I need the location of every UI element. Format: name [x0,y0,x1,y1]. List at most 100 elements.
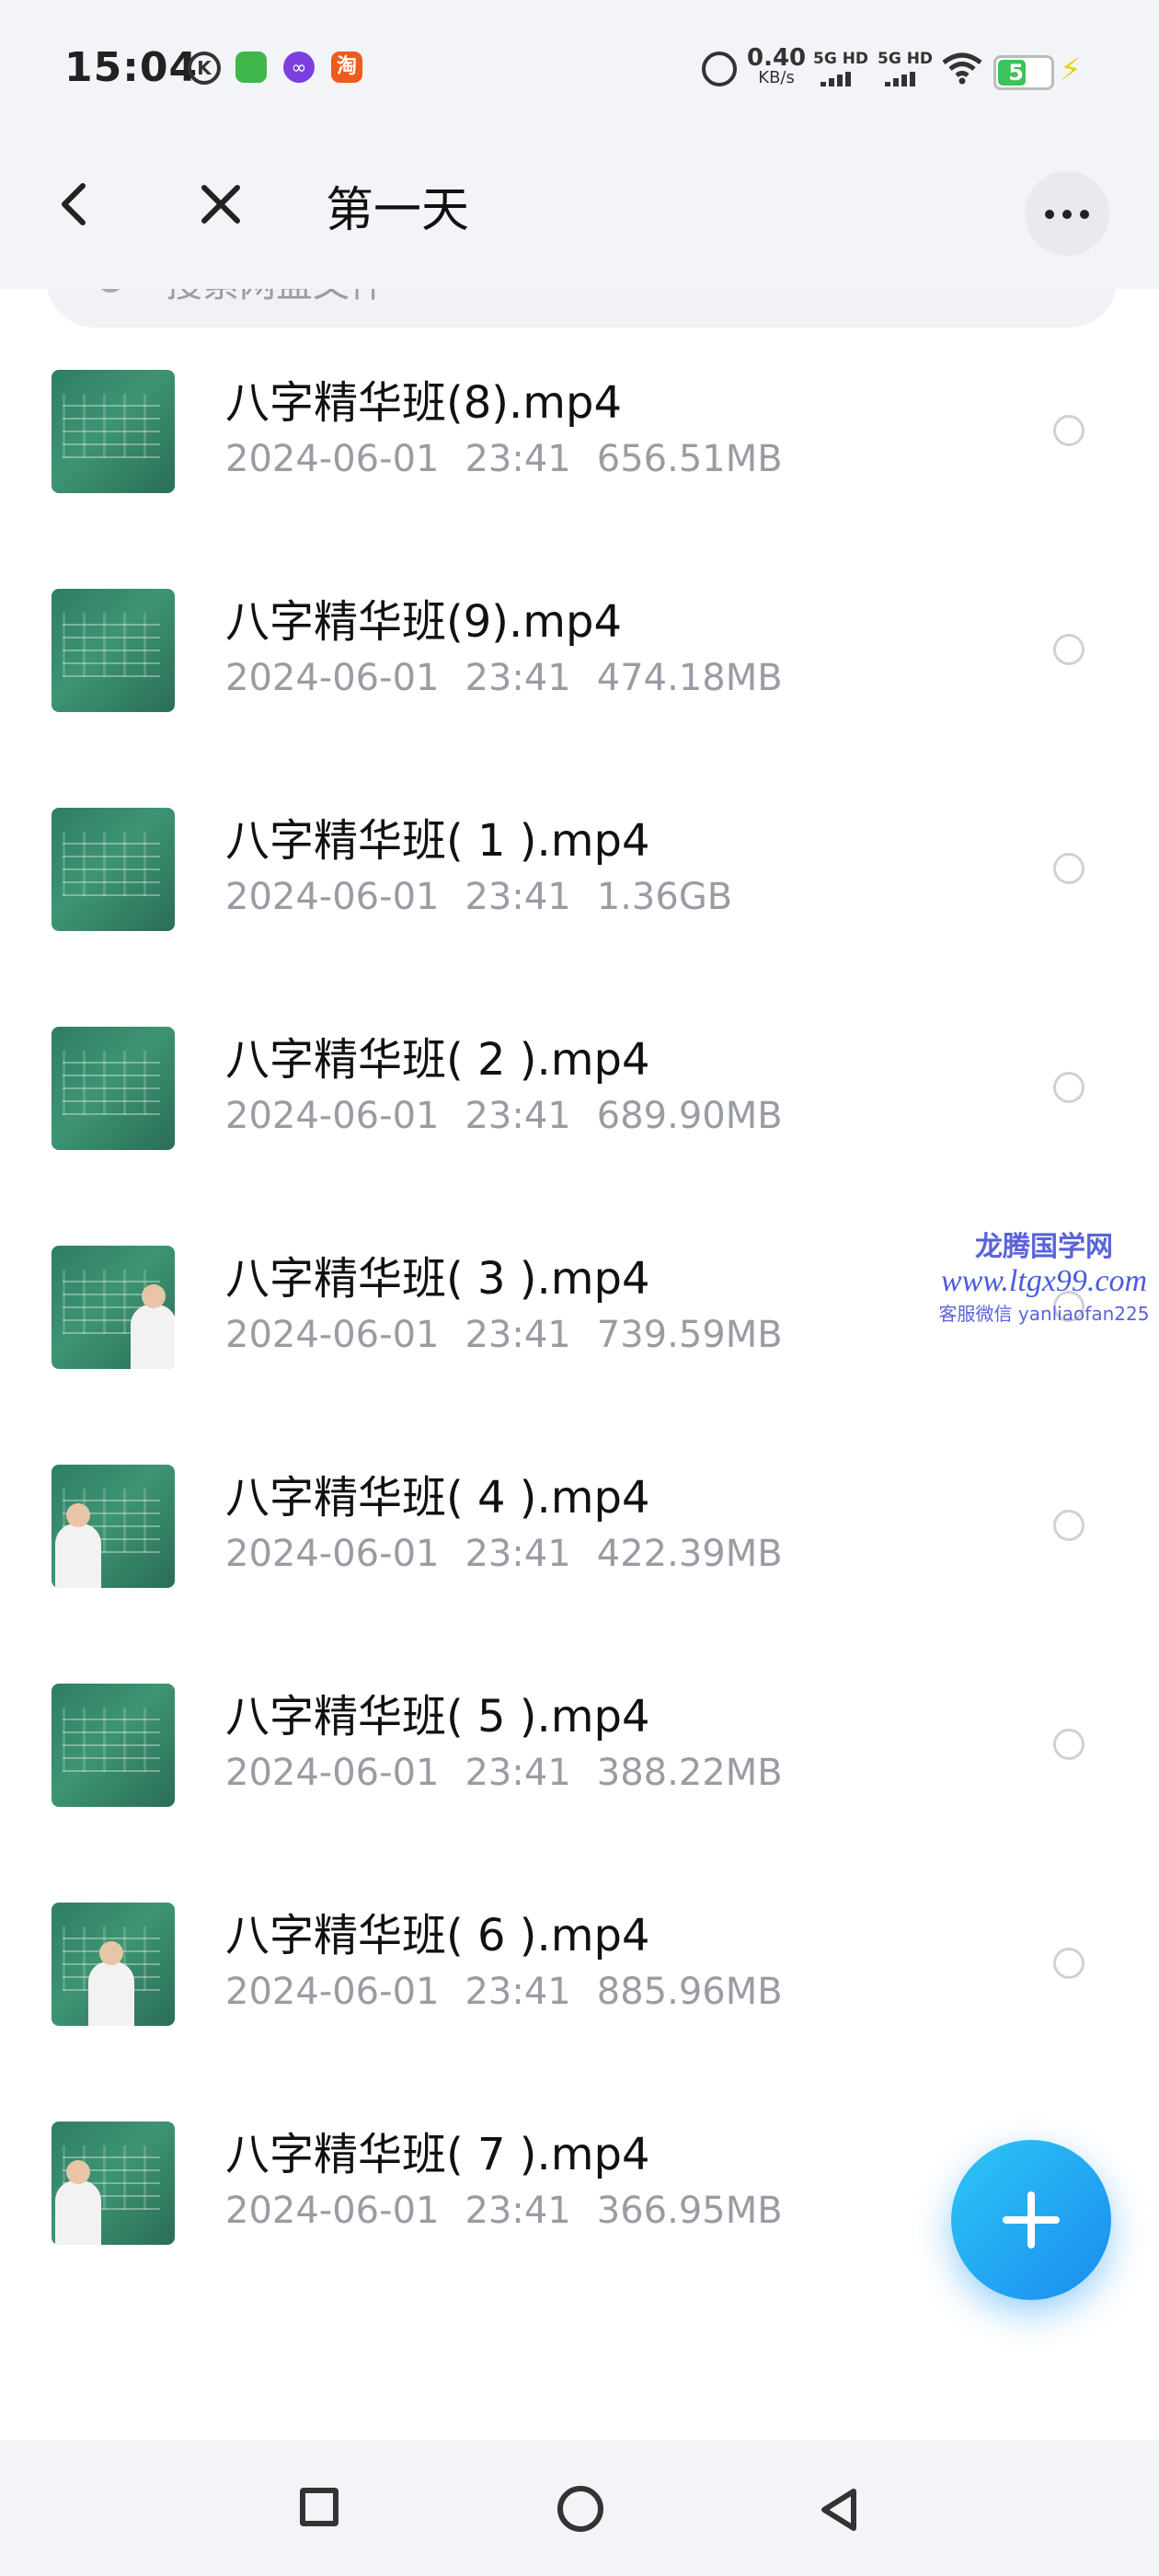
file-meta: 2024-06-01 23:41 388.22MB [225,1752,809,1794]
nav-back-button[interactable] [813,2484,865,2536]
file-date: 2024-06-01 [225,438,440,480]
file-time: 23:41 [465,2190,571,2232]
more-icon-dot [1045,210,1054,219]
file-meta: 2024-06-01 23:41 656.51MB [225,438,809,480]
video-thumbnail [52,370,175,493]
thumbnail-blackboard [63,394,160,458]
thumbnail-teacher [88,1961,134,2026]
file-size: 474.18MB [596,657,783,699]
file-list-item[interactable]: 八字精华班( 2 ).mp4 2024-06-01 23:41 689.90MB [0,990,1159,1209]
network-speed: 0.40 KB/s [747,46,806,88]
file-size: 656.51MB [596,438,783,480]
file-date: 2024-06-01 [225,1314,440,1356]
file-time: 23:41 [465,1971,571,2013]
file-list-item[interactable]: 八字精华班( 4 ).mp4 2024-06-01 23:41 422.39MB [0,1428,1159,1647]
status-time: 15:04 [64,44,199,91]
k-icon: K [188,52,221,85]
home-button[interactable] [557,2486,603,2532]
file-meta: 2024-06-01 23:41 422.39MB [225,1533,809,1575]
back-icon[interactable] [53,180,98,228]
file-meta: 2024-06-01 23:41 885.96MB [225,1971,809,2013]
file-date: 2024-06-01 [225,1533,440,1575]
watermark-line1: 龙腾国学网 [975,1231,1113,1263]
select-radio[interactable] [1053,415,1084,446]
thumbnail-teacher [55,2180,101,2245]
file-name: 八字精华班( 6 ).mp4 [225,1910,650,1961]
video-thumbnail [52,589,175,712]
file-time: 23:41 [465,1314,571,1356]
file-name: 八字精华班( 3 ).mp4 [225,1253,650,1305]
thumbnail-teacher [55,1524,101,1588]
app-header: 第一天 [0,116,1159,289]
file-size: 422.39MB [596,1533,783,1575]
close-icon[interactable] [197,180,245,228]
file-time: 23:41 [465,1752,571,1794]
watermark-line2: www.ltgx99.com [940,1264,1148,1298]
recents-button[interactable] [300,2488,339,2526]
file-date: 2024-06-01 [225,1752,440,1794]
file-size: 1.36GB [596,876,733,918]
thumbnail-teacher-head [66,1503,90,1527]
thumbnail-teacher-head [66,2160,90,2184]
file-time: 23:41 [465,438,571,480]
signal-sim1-label: 5G HD [813,50,869,68]
infinity-app-icon: ∞ [283,52,315,83]
more-options-button[interactable] [1025,171,1109,256]
file-size: 366.95MB [596,2190,783,2232]
plus-icon [1027,2191,1035,2248]
file-date: 2024-06-01 [225,1095,440,1137]
file-size: 388.22MB [596,1752,783,1794]
file-time: 23:41 [465,1095,571,1137]
battery-level: 55 [1008,60,1039,86]
file-time: 23:41 [465,657,571,699]
file-size: 885.96MB [596,1971,783,2013]
file-time: 23:41 [465,1533,571,1575]
battery-icon: 55 [993,55,1054,90]
file-name: 八字精华班( 7 ).mp4 [225,2129,650,2180]
file-meta: 2024-06-01 23:41 689.90MB [225,1095,809,1137]
file-date: 2024-06-01 [225,876,440,918]
file-name: 八字精华班(9).mp4 [225,596,623,648]
select-radio[interactable] [1053,634,1084,665]
video-thumbnail [52,808,175,931]
file-date: 2024-06-01 [225,2190,440,2232]
select-radio[interactable] [1053,1510,1084,1541]
file-name: 八字精华班( 4 ).mp4 [225,1472,650,1524]
video-thumbnail [52,1684,175,1807]
thumbnail-blackboard [63,1051,160,1115]
signal-bars-icon [878,72,933,86]
file-name: 八字精华班( 5 ).mp4 [225,1691,650,1742]
select-radio[interactable] [1053,853,1084,884]
select-radio[interactable] [1053,1072,1084,1103]
video-thumbnail [52,1903,175,2026]
signal-sim2: 5G HD [878,50,933,86]
status-bar: 15:04 K ∞ 淘 0.40 KB/s 5G HD 5G HD 55 ⚡ [0,0,1159,116]
charging-icon: ⚡ [1060,52,1082,88]
video-thumbnail [52,1246,175,1369]
file-list-item[interactable]: 八字精华班( 1 ).mp4 2024-06-01 23:41 1.36GB [0,771,1159,990]
video-thumbnail [52,2122,175,2245]
signal-bars-icon [813,72,868,86]
thumbnail-teacher [131,1305,175,1369]
thumbnail-blackboard [63,832,160,896]
file-date: 2024-06-01 [225,1971,440,2013]
file-size: 689.90MB [596,1095,783,1137]
file-meta: 2024-06-01 23:41 366.95MB [225,2190,809,2232]
video-thumbnail [52,1465,175,1588]
watermark-line3: 客服微信 yanliaofan225 [938,1303,1150,1325]
select-radio[interactable] [1053,1948,1084,1979]
wifi-icon [942,52,982,85]
file-size: 739.59MB [596,1314,783,1356]
signal-sim1: 5G HD [813,50,868,86]
more-icon-dot [1080,210,1089,219]
thumbnail-blackboard [63,1708,160,1772]
file-list-item[interactable]: 八字精华班(8).mp4 2024-06-01 23:41 656.51MB [0,333,1159,552]
file-name: 八字精华班( 1 ).mp4 [225,815,650,867]
select-radio[interactable] [1053,1729,1084,1760]
file-list-item[interactable]: 八字精华班( 6 ).mp4 2024-06-01 23:41 885.96MB [0,1866,1159,2085]
file-list-item[interactable]: 八字精华班(9).mp4 2024-06-01 23:41 474.18MB [0,552,1159,771]
file-list-item[interactable]: 八字精华班( 5 ).mp4 2024-06-01 23:41 388.22MB [0,1647,1159,1866]
file-date: 2024-06-01 [225,657,440,699]
taobao-app-icon: 淘 [331,52,362,83]
add-button[interactable] [951,2140,1111,2300]
